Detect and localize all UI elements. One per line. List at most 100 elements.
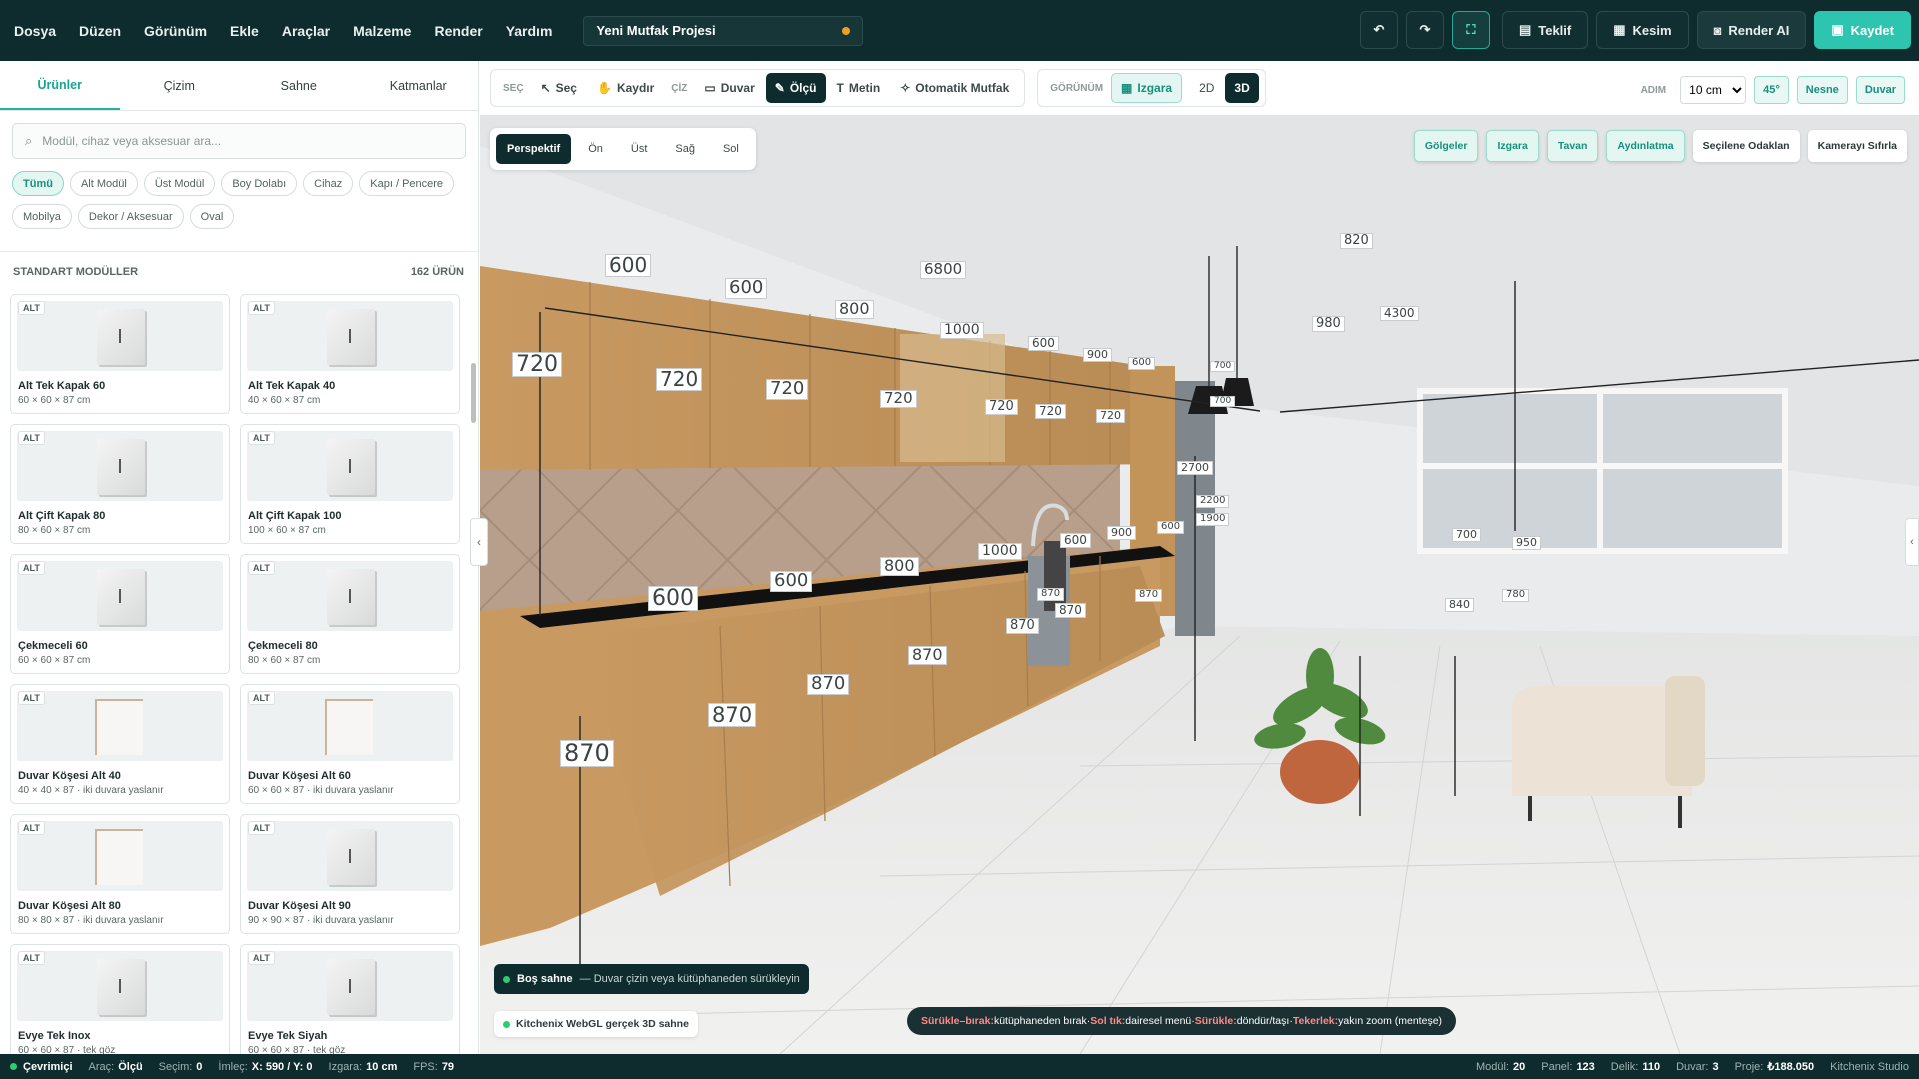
module-card[interactable]: ALT Alt Tek Kapak 60 60 × 60 × 87 cm: [10, 294, 230, 414]
dimension-label[interactable]: 600: [1060, 533, 1091, 548]
dimension-label[interactable]: 4300: [1380, 306, 1419, 321]
module-card[interactable]: ALT Evye Tek Inox 60 × 60 × 87 · tek göz: [10, 944, 230, 1064]
filter-decor[interactable]: Dekor / Aksesuar: [77, 204, 184, 229]
pan-tool[interactable]: ✋ Kaydır: [588, 73, 663, 103]
redo-button[interactable]: ↷: [1405, 11, 1444, 49]
dimension-label[interactable]: 870: [1135, 589, 1163, 602]
dimension-label[interactable]: 720: [880, 390, 917, 408]
toggle-grid[interactable]: Izgara: [1486, 130, 1539, 162]
search-input[interactable]: [42, 134, 443, 148]
project-name-field[interactable]: Yeni Mutfak Projesi: [583, 15, 864, 46]
dimension-label[interactable]: 700: [1452, 528, 1481, 542]
dimension-label[interactable]: 720: [766, 379, 809, 400]
auto-kitchen-tool[interactable]: ✧ Otomatik Mutfak: [891, 73, 1018, 103]
filter-all[interactable]: Tümü: [12, 171, 64, 196]
dimension-label[interactable]: 720: [512, 352, 562, 378]
dimension-label[interactable]: 2200: [1196, 495, 1230, 508]
step-select[interactable]: 1 cm5 cm10 cm50 cm: [1680, 76, 1747, 104]
view-top[interactable]: Üst: [620, 134, 659, 164]
text-tool[interactable]: T Metin: [828, 73, 890, 103]
save-button[interactable]: ▣ Kaydet: [1814, 11, 1911, 49]
dimension-label[interactable]: 780: [1502, 589, 1530, 602]
menu-file[interactable]: Dosya: [14, 23, 67, 39]
view-front[interactable]: Ön: [577, 134, 614, 164]
module-card[interactable]: ALT Duvar Köşesi Alt 90 90 × 90 × 87 · iki…: [240, 814, 460, 934]
dimension-label[interactable]: 870: [807, 674, 850, 695]
menu-material[interactable]: Malzeme: [353, 23, 422, 39]
module-card[interactable]: ALT Alt Tek Kapak 40 40 × 60 × 87 cm: [240, 294, 460, 414]
filter-oval[interactable]: Oval: [189, 204, 235, 229]
module-card[interactable]: ALT Duvar Köşesi Alt 80 80 × 80 × 87 · iki…: [10, 814, 230, 934]
filter-tall[interactable]: Boy Dolabı: [221, 171, 298, 196]
dimension-label[interactable]: 2700: [1177, 461, 1213, 475]
reset-camera-button[interactable]: Kamerayı Sıfırla: [1807, 130, 1907, 162]
toggle-ceiling[interactable]: Tavan: [1546, 130, 1599, 162]
dimension-label[interactable]: 1000: [940, 322, 984, 339]
dimension-label[interactable]: 6800: [920, 261, 967, 279]
view-left[interactable]: Sol: [712, 134, 750, 164]
toggle-shadows[interactable]: Gölgeler: [1413, 130, 1479, 162]
quote-button[interactable]: ▤ Teklif: [1501, 11, 1589, 49]
dimension-label[interactable]: 820: [1340, 233, 1373, 249]
toggle-lighting[interactable]: Aydınlatma: [1606, 130, 1685, 162]
3d-viewport[interactable]: 600 600 6800 800 1000 600 900 600 820 980 4300 720 7…: [480, 116, 1919, 1054]
dimension-label[interactable]: 870: [1037, 588, 1065, 601]
angle-snap-button[interactable]: 45°: [1754, 76, 1789, 104]
tab-scene[interactable]: Sahne: [239, 61, 359, 110]
focus-selection-button[interactable]: Seçilene Odaklan: [1692, 130, 1800, 162]
dimension-label[interactable]: 840: [1445, 598, 1474, 612]
dimension-label[interactable]: 600: [725, 278, 768, 299]
wall-snap-button[interactable]: Duvar: [1855, 76, 1905, 104]
object-snap-button[interactable]: Nesne: [1796, 76, 1848, 104]
filter-door-window[interactable]: Kapı / Pencere: [359, 171, 455, 196]
fit-view-button[interactable]: ⛶: [1451, 11, 1490, 49]
menu-help[interactable]: Yardım: [506, 23, 564, 39]
tab-drawing[interactable]: Çizim: [120, 61, 240, 110]
mode-2d-button[interactable]: 2D: [1190, 73, 1223, 103]
dimension-label[interactable]: 800: [880, 557, 919, 576]
grid-toggle[interactable]: ▦ Izgara: [1111, 73, 1183, 103]
module-card[interactable]: ALT Çekmeceli 80 80 × 60 × 87 cm: [240, 554, 460, 674]
dimension-label[interactable]: 900: [1107, 526, 1136, 540]
scrollbar[interactable]: [471, 298, 476, 1079]
tab-products[interactable]: Ürünler: [0, 61, 120, 110]
collapse-right-panel-button[interactable]: ‹: [1905, 518, 1919, 566]
dimension-label[interactable]: 870: [1006, 618, 1039, 634]
undo-button[interactable]: ↶: [1359, 11, 1398, 49]
dimension-label[interactable]: 950: [1512, 536, 1541, 550]
filter-base[interactable]: Alt Modül: [69, 171, 138, 196]
menu-tools[interactable]: Araçlar: [282, 23, 341, 39]
menu-insert[interactable]: Ekle: [230, 23, 270, 39]
cut-list-button[interactable]: ▦ Kesim: [1596, 11, 1689, 49]
render-ai-button[interactable]: ◙ Render AI: [1696, 11, 1807, 49]
dimension-label[interactable]: 870: [560, 740, 614, 768]
module-card[interactable]: ALT Alt Çift Kapak 80 80 × 60 × 87 cm: [10, 424, 230, 544]
module-card[interactable]: ALT Duvar Köşesi Alt 40 40 × 40 × 87 · iki…: [10, 684, 230, 804]
select-tool[interactable]: ↖ Seç: [532, 73, 586, 103]
tab-layers[interactable]: Katmanlar: [359, 61, 479, 110]
dimension-label[interactable]: 1900: [1196, 513, 1230, 526]
filter-appliance[interactable]: Cihaz: [303, 171, 354, 196]
menu-view[interactable]: Görünüm: [144, 23, 218, 39]
dimension-label[interactable]: 800: [835, 300, 874, 319]
module-card[interactable]: ALT Alt Çift Kapak 100 100 × 60 × 87 cm: [240, 424, 460, 544]
dimension-label[interactable]: 900: [1083, 348, 1112, 362]
scrollbar-thumb[interactable]: [471, 363, 476, 423]
menu-render[interactable]: Render: [434, 23, 493, 39]
filter-wall[interactable]: Üst Modül: [143, 171, 216, 196]
dimension-label[interactable]: 980: [1312, 316, 1345, 332]
menu-edit[interactable]: Düzen: [79, 23, 132, 39]
dimension-label[interactable]: 600: [1157, 521, 1185, 534]
measure-tool[interactable]: ✎ Ölçü: [765, 73, 826, 103]
collapse-sidebar-button[interactable]: ‹: [470, 518, 488, 566]
view-right[interactable]: Sağ: [664, 134, 706, 164]
module-card[interactable]: ALT Duvar Köşesi Alt 60 60 × 60 × 87 · iki…: [240, 684, 460, 804]
dimension-label[interactable]: 870: [708, 703, 757, 728]
dimension-label[interactable]: 720: [985, 399, 1018, 415]
dimension-label[interactable]: 720: [1035, 404, 1066, 419]
filter-furniture[interactable]: Mobilya: [12, 204, 72, 229]
dimension-label[interactable]: 700: [1210, 361, 1236, 373]
dimension-label[interactable]: 870: [908, 646, 947, 665]
module-card[interactable]: ALT Çekmeceli 60 60 × 60 × 87 cm: [10, 554, 230, 674]
dimension-label[interactable]: 600: [770, 571, 813, 592]
